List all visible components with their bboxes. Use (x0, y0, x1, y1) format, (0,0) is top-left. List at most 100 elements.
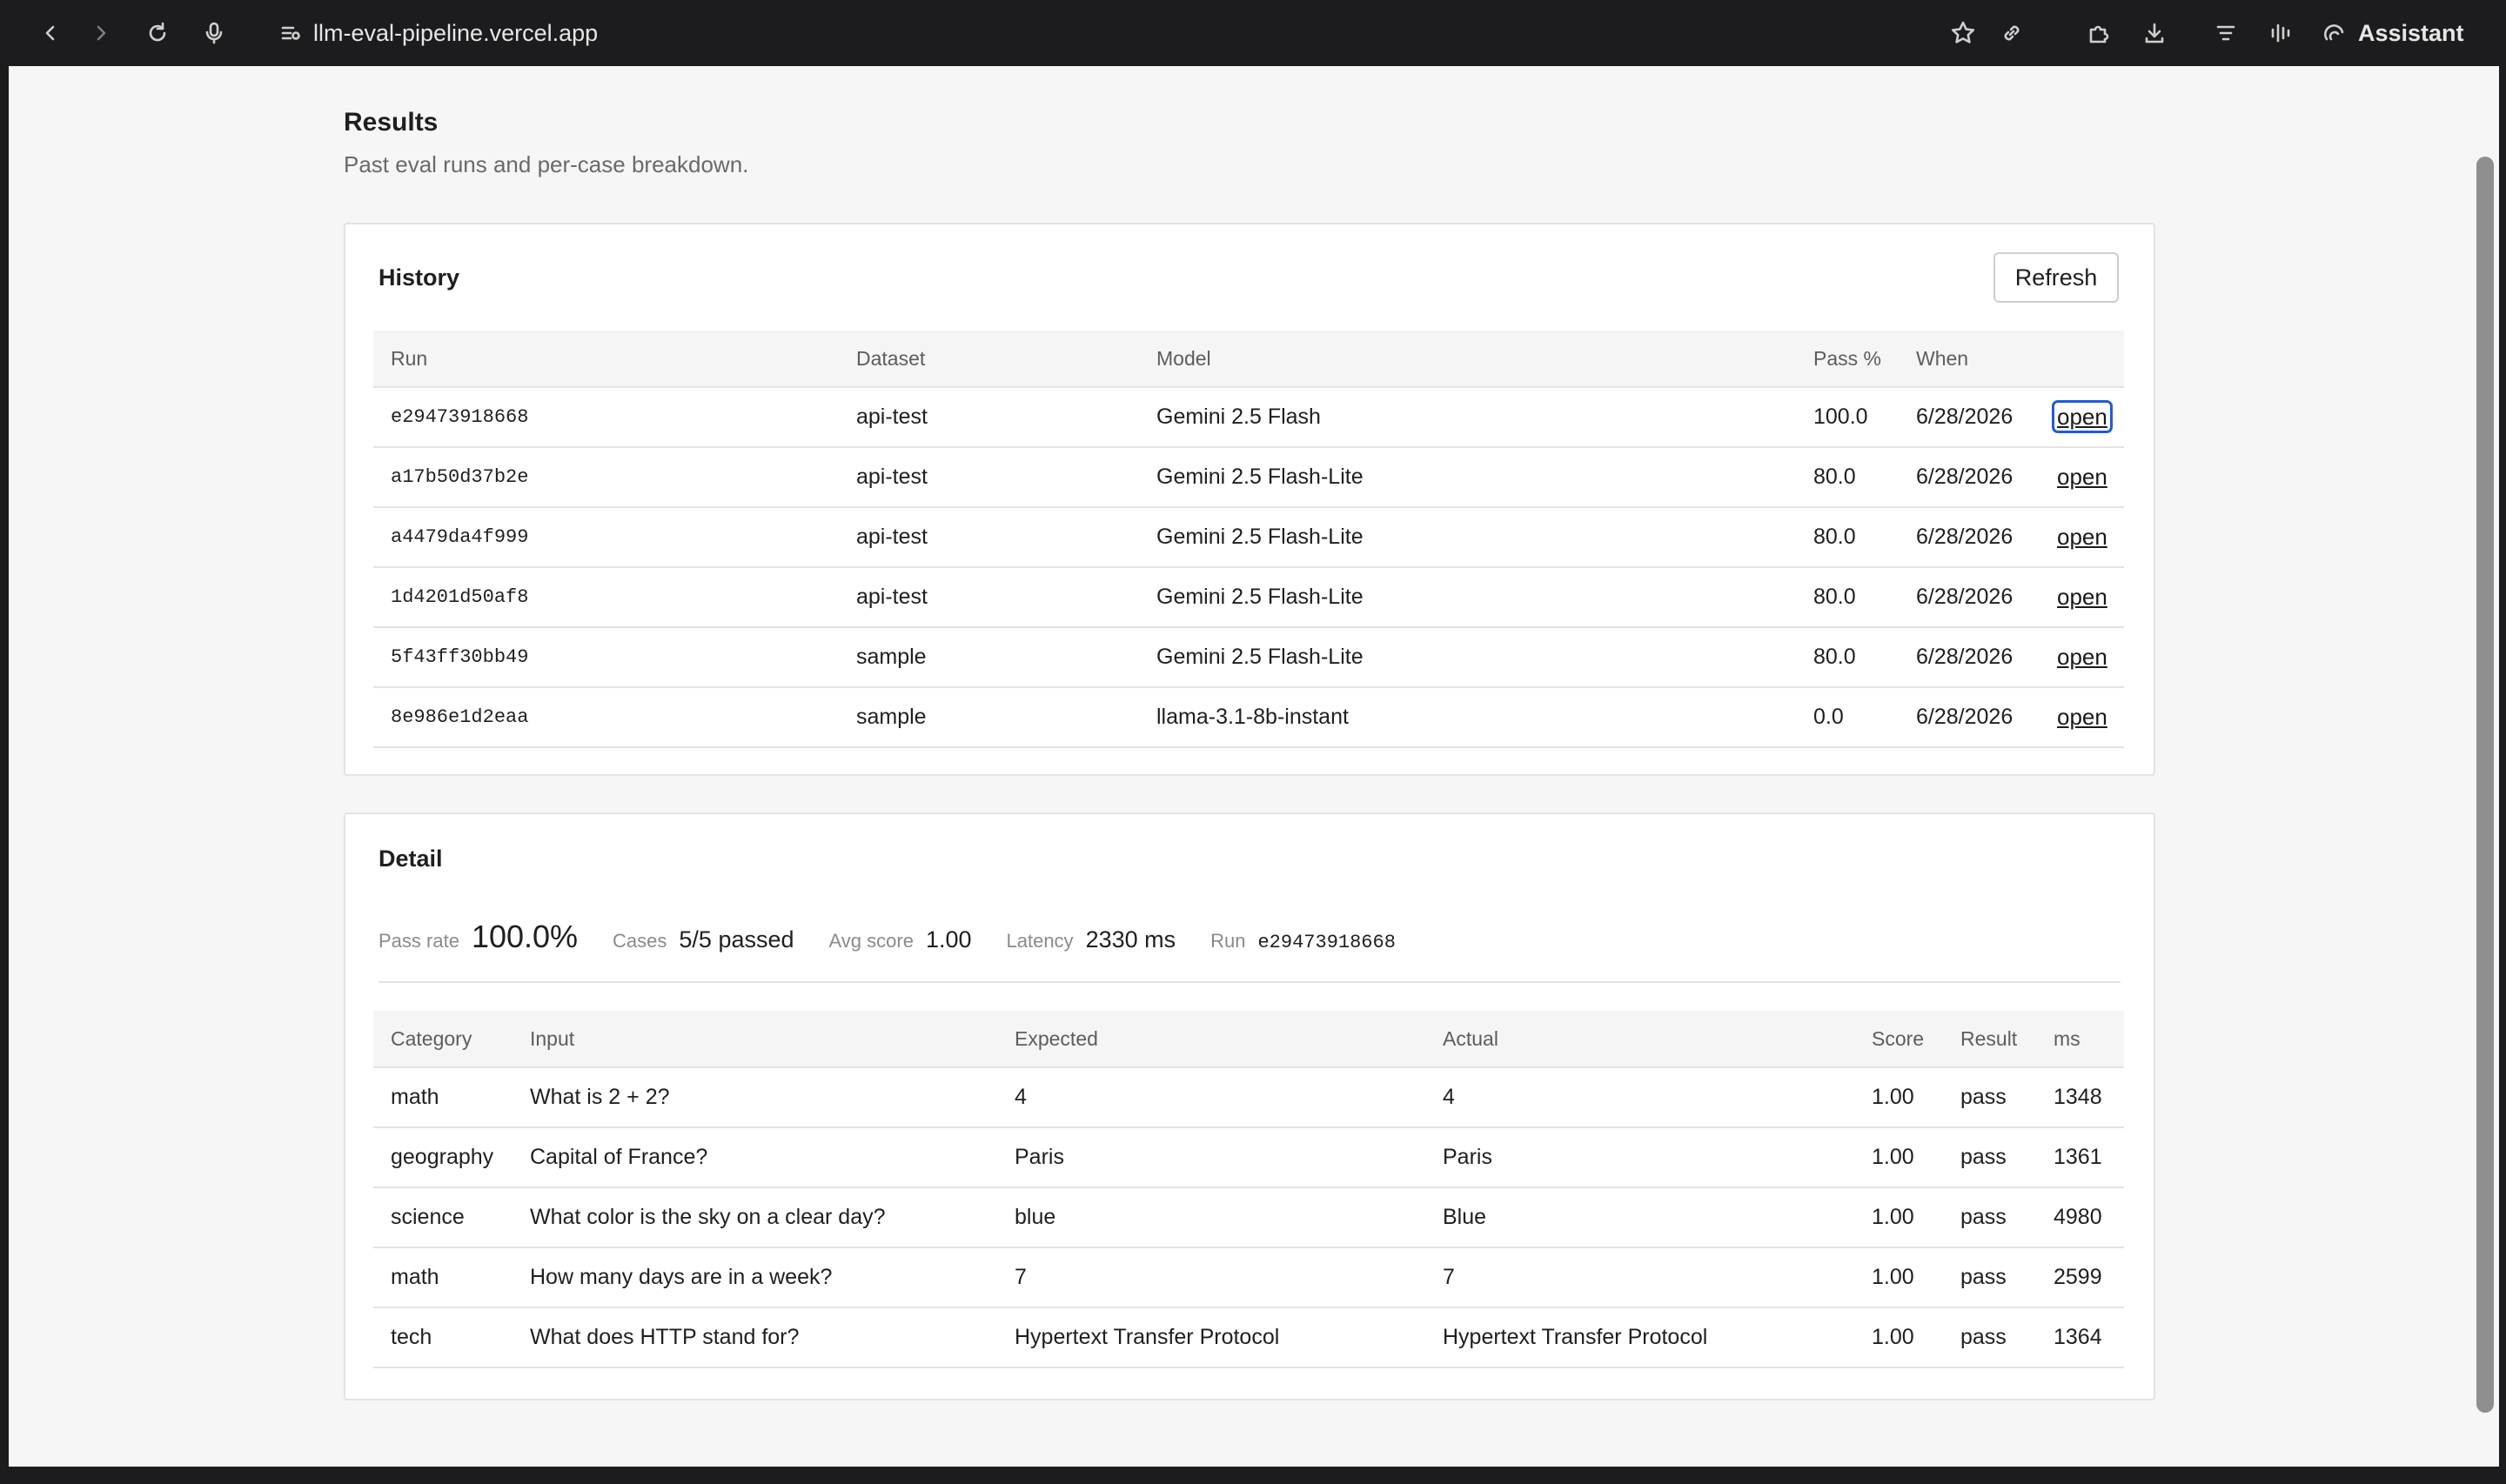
pass-percent: 0.0 (1796, 687, 1899, 748)
score: 1.00 (1854, 1067, 1943, 1128)
action-cell: open (2038, 687, 2124, 748)
run-id: a17b50d37b2e (373, 447, 839, 508)
action-cell: open (2038, 627, 2124, 688)
open-link[interactable]: open (2055, 704, 2109, 730)
extensions-button[interactable] (2081, 16, 2116, 50)
waveform-icon (2271, 23, 2290, 43)
pass-percent: 80.0 (1796, 507, 1899, 568)
assistant-icon (2324, 24, 2344, 41)
model: Gemini 2.5 Flash-Lite (1139, 567, 1796, 628)
table-row: a17b50d37b2e api-test Gemini 2.5 Flash-L… (373, 447, 2124, 508)
input: How many days are in a week? (513, 1247, 997, 1308)
refresh-button[interactable]: Refresh (1993, 252, 2119, 303)
cases-label: Cases (613, 930, 667, 952)
expected: 4 (997, 1067, 1425, 1128)
run-id: 1d4201d50af8 (373, 567, 839, 628)
model: Gemini 2.5 Flash-Lite (1139, 627, 1796, 688)
open-link[interactable]: open (2055, 464, 2109, 490)
link-icon (2004, 25, 2020, 41)
reload-button[interactable] (140, 16, 175, 50)
pass-percent: 100.0 (1796, 387, 1899, 448)
downloads-button[interactable] (2137, 16, 2172, 50)
table-row: e29473918668 api-test Gemini 2.5 Flash 1… (373, 387, 2124, 448)
category: math (373, 1247, 513, 1308)
download-icon (2145, 23, 2164, 43)
action-cell: open (2038, 507, 2124, 568)
category: math (373, 1067, 513, 1128)
browser-toolbar: llm-eval-pipeline.vercel.app Assistant (0, 0, 2506, 66)
table-row: 5f43ff30bb49 sample Gemini 2.5 Flash-Lit… (373, 627, 2124, 688)
model: Gemini 2.5 Flash-Lite (1139, 447, 1796, 508)
expected: Hypertext Transfer Protocol (997, 1307, 1425, 1368)
input: What does HTTP stand for? (513, 1307, 997, 1368)
metrics-row: Pass rate 100.0% Cases 5/5 passed Avg sc… (379, 919, 1431, 955)
open-link[interactable]: open (2052, 400, 2113, 433)
open-link[interactable]: open (2055, 524, 2109, 550)
dataset: api-test (839, 387, 1139, 448)
score: 1.00 (1854, 1127, 1943, 1188)
detail-header-row: Category Input Expected Actual Score Res… (373, 1011, 2124, 1068)
pass-percent: 80.0 (1796, 447, 1899, 508)
actual: 4 (1425, 1067, 1854, 1128)
table-row: math How many days are in a week? 7 7 1.… (373, 1247, 2124, 1308)
result: pass (1943, 1247, 2036, 1308)
site-settings-icon (281, 26, 300, 40)
input: What is 2 + 2? (513, 1067, 997, 1128)
ms: 1364 (2036, 1307, 2124, 1368)
open-link[interactable]: open (2055, 644, 2109, 670)
back-button[interactable] (33, 16, 68, 50)
col-category: Category (373, 1011, 513, 1068)
assistant-button[interactable]: Assistant (2322, 14, 2464, 52)
dataset: sample (839, 687, 1139, 748)
when: 6/28/2026 (1899, 687, 2038, 748)
voice-search-button[interactable] (197, 16, 231, 50)
col-score: Score (1854, 1011, 1943, 1068)
result: pass (1943, 1127, 2036, 1188)
scrollbar-thumb[interactable] (2476, 157, 2494, 1413)
pass-rate-label: Pass rate (379, 930, 459, 952)
microphone-icon (205, 22, 223, 44)
category: science (373, 1187, 513, 1248)
col-run: Run (373, 331, 839, 388)
model: Gemini 2.5 Flash-Lite (1139, 507, 1796, 568)
table-row: science What color is the sky on a clear… (373, 1187, 2124, 1248)
divider (379, 981, 2121, 983)
category: tech (373, 1307, 513, 1368)
pass-rate-value: 100.0% (471, 919, 579, 954)
ms: 4980 (2036, 1187, 2124, 1248)
address-bar[interactable]: llm-eval-pipeline.vercel.app (280, 16, 598, 50)
when: 6/28/2026 (1899, 567, 2038, 628)
col-when: When (1899, 331, 2038, 388)
audio-button[interactable] (2264, 16, 2299, 50)
ms: 1361 (2036, 1127, 2124, 1188)
table-row: a4479da4f999 api-test Gemini 2.5 Flash-L… (373, 507, 2124, 568)
avg-score-value: 1.00 (925, 926, 972, 953)
score: 1.00 (1854, 1187, 1943, 1248)
dataset: api-test (839, 507, 1139, 568)
latency-label: Latency (1006, 930, 1074, 952)
category: geography (373, 1127, 513, 1188)
actual: Blue (1425, 1187, 1854, 1248)
bookmark-button[interactable] (1946, 16, 1980, 50)
detail-table: Category Input Expected Actual Score Res… (373, 1011, 2124, 1368)
result: pass (1943, 1187, 2036, 1248)
page-subtitle: Past eval runs and per-case breakdown. (344, 151, 749, 177)
run-id: a4479da4f999 (373, 507, 839, 568)
run-value: e29473918668 (1257, 932, 1396, 953)
reading-list-button[interactable] (2208, 16, 2243, 50)
open-link[interactable]: open (2055, 584, 2109, 610)
score: 1.00 (1854, 1307, 1943, 1368)
avg-score-label: Avg score (828, 930, 914, 952)
cases-value: 5/5 passed (679, 926, 794, 953)
url-text: llm-eval-pipeline.vercel.app (313, 19, 599, 46)
forward-button[interactable] (84, 16, 118, 50)
assistant-label: Assistant (2358, 19, 2464, 46)
when: 6/28/2026 (1899, 387, 2038, 448)
run-id: 8e986e1d2eaa (373, 687, 839, 748)
when: 6/28/2026 (1899, 627, 2038, 688)
col-result: Result (1943, 1011, 2036, 1068)
copy-link-button[interactable] (1994, 16, 2029, 50)
table-row: 8e986e1d2eaa sample llama-3.1-8b-instant… (373, 687, 2124, 748)
page-viewport: Results Past eval runs and per-case brea… (9, 66, 2471, 1467)
col-ms: ms (2036, 1011, 2124, 1068)
